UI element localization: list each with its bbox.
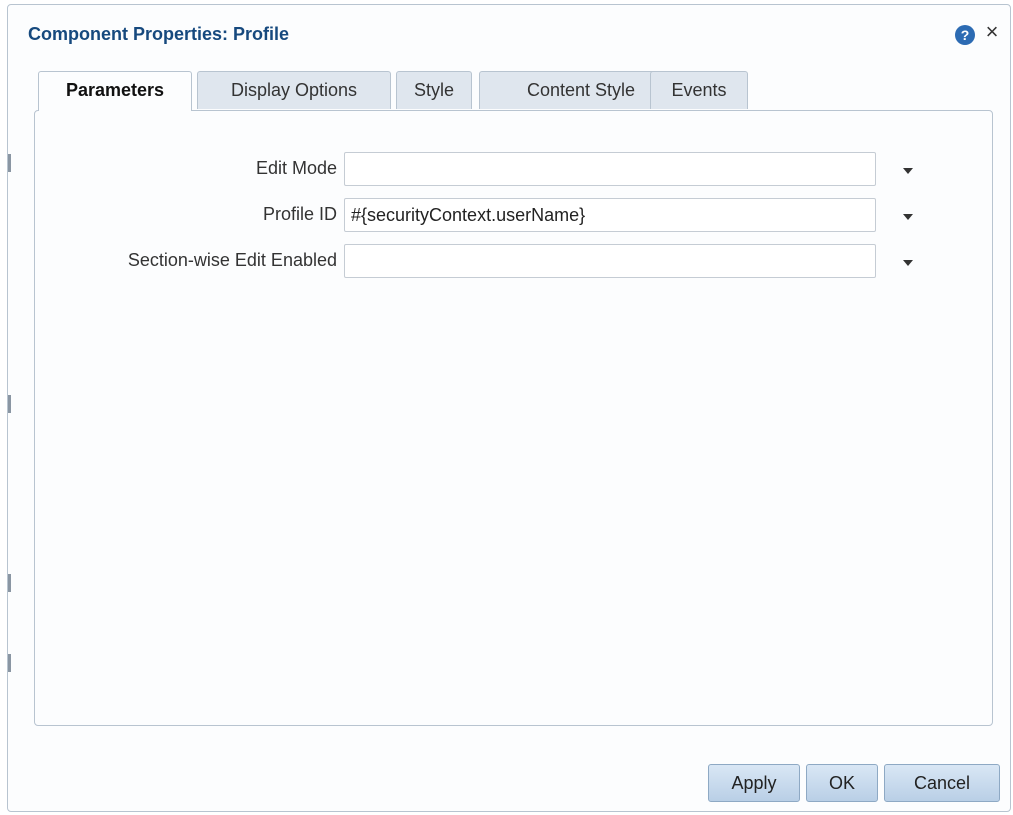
profile-id-field[interactable]: #{securityContext.userName}: [344, 198, 876, 232]
edit-mode-dropdown-icon[interactable]: [898, 160, 918, 180]
tab-events[interactable]: Events: [650, 71, 748, 109]
tab-parameters[interactable]: Parameters: [38, 71, 192, 111]
tab-style[interactable]: Style: [396, 71, 472, 109]
dialog-left-edge-marker: [8, 574, 11, 592]
ok-button[interactable]: OK: [806, 764, 878, 802]
dialog-left-edge-marker: [8, 654, 11, 672]
tab-display-options[interactable]: Display Options: [197, 71, 391, 109]
close-icon[interactable]: ×: [982, 20, 1002, 44]
dialog-left-edge-marker: [8, 395, 11, 413]
apply-button[interactable]: Apply: [708, 764, 800, 802]
section-wise-edit-enabled-dropdown-icon[interactable]: [898, 252, 918, 272]
cancel-button[interactable]: Cancel: [884, 764, 1000, 802]
edit-mode-field[interactable]: [344, 152, 876, 186]
dialog-title: Component Properties: Profile: [28, 24, 290, 44]
dialog-left-edge-marker: [8, 154, 11, 172]
section-wise-edit-enabled-field[interactable]: [344, 244, 876, 278]
help-icon[interactable]: ?: [955, 25, 975, 45]
profile-id-dropdown-icon[interactable]: [898, 206, 918, 226]
